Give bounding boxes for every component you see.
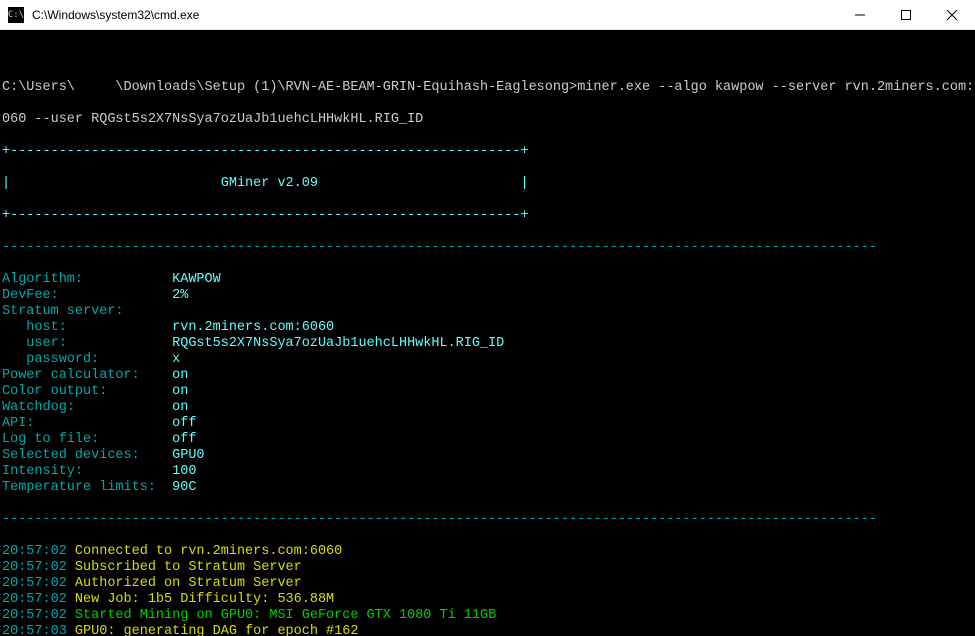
- maximize-button[interactable]: [883, 0, 929, 29]
- config-label: Watchdog:: [2, 400, 172, 416]
- config-label: password:: [2, 352, 172, 368]
- config-value: on: [172, 400, 188, 415]
- config-row: Stratum server:: [2, 304, 973, 320]
- config-row: Power calculator:on: [2, 368, 973, 384]
- config-label: DevFee:: [2, 288, 172, 304]
- window-title: C:\Windows\system32\cmd.exe: [30, 8, 837, 22]
- log-message: Connected to rvn.2miners.com:6060: [67, 544, 342, 559]
- config-label: Intensity:: [2, 464, 172, 480]
- config-value: x: [172, 352, 180, 367]
- config-label: Power calculator:: [2, 368, 172, 384]
- config-value: 90C: [172, 480, 196, 495]
- config-row: password:x: [2, 352, 973, 368]
- config-value: GPU0: [172, 448, 204, 463]
- log-message: Subscribed to Stratum Server: [67, 560, 302, 575]
- config-row: Temperature limits:90C: [2, 480, 973, 496]
- log-timestamp: 20:57:02: [2, 576, 67, 591]
- config-value: 2%: [172, 288, 188, 303]
- log-line: 20:57:02 Authorized on Stratum Server: [2, 576, 973, 592]
- prompt-line-2: 060 --user RQGst5s2X7NsSya7ozUaJb1uehcLH…: [2, 112, 973, 128]
- config-value: on: [172, 384, 188, 399]
- config-label: Stratum server:: [2, 304, 172, 320]
- config-row: Log to file:off: [2, 432, 973, 448]
- config-row: Selected devices:GPU0: [2, 448, 973, 464]
- banner-bottom: +---------------------------------------…: [2, 208, 973, 224]
- config-label: Color output:: [2, 384, 172, 400]
- log-timestamp: 20:57:03: [2, 624, 67, 636]
- config-row: Watchdog:on: [2, 400, 973, 416]
- config-row: Algorithm:KAWPOW: [2, 272, 973, 288]
- log-message: New Job: 1b5 Difficulty: 536.88M: [67, 592, 334, 607]
- prompt-command: miner.exe --algo kawpow --server rvn.2mi…: [577, 80, 975, 95]
- config-label: Algorithm:: [2, 272, 172, 288]
- close-button[interactable]: [929, 0, 975, 29]
- section-divider: ----------------------------------------…: [2, 240, 973, 256]
- config-label: Log to file:: [2, 432, 172, 448]
- log-message: Started Mining on GPU0: MSI GeForce GTX …: [67, 608, 496, 623]
- log-timestamp: 20:57:02: [2, 608, 67, 623]
- config-value: rvn.2miners.com:6060: [172, 320, 334, 335]
- config-value: 100: [172, 464, 196, 479]
- minimize-button[interactable]: [837, 0, 883, 29]
- banner-top: +---------------------------------------…: [2, 144, 973, 160]
- config-value: RQGst5s2X7NsSya7ozUaJb1uehcLHHwkHL.RIG_I…: [172, 336, 504, 351]
- banner-title: | GMiner v2.09 |: [2, 176, 973, 192]
- section-divider: ----------------------------------------…: [2, 512, 973, 528]
- config-value: KAWPOW: [172, 272, 221, 287]
- config-label: Temperature limits:: [2, 480, 172, 496]
- log-line: 20:57:02 New Job: 1b5 Difficulty: 536.88…: [2, 592, 973, 608]
- config-row: Color output:on: [2, 384, 973, 400]
- config-label: host:: [2, 320, 172, 336]
- config-row: Intensity:100: [2, 464, 973, 480]
- log-timestamp: 20:57:02: [2, 592, 67, 607]
- log-timestamp: 20:57:02: [2, 560, 67, 575]
- log-message: GPU0: generating DAG for epoch #162: [67, 624, 359, 636]
- config-label: API:: [2, 416, 172, 432]
- log-line: 20:57:02 Connected to rvn.2miners.com:60…: [2, 544, 973, 560]
- config-row: DevFee:2%: [2, 288, 973, 304]
- window-titlebar: C:\ C:\Windows\system32\cmd.exe: [0, 0, 975, 30]
- log-line: 20:57:02 Started Mining on GPU0: MSI GeF…: [2, 608, 973, 624]
- prompt-path: C:\Users\ \Downloads\Setup (1)\RVN-AE-BE…: [2, 80, 577, 95]
- cmd-icon: C:\: [8, 7, 24, 23]
- config-row: host:rvn.2miners.com:6060: [2, 320, 973, 336]
- prompt-line: C:\Users\ \Downloads\Setup (1)\RVN-AE-BE…: [2, 80, 973, 96]
- log-message: Authorized on Stratum Server: [67, 576, 302, 591]
- config-label: user:: [2, 336, 172, 352]
- log-line: 20:57:03 GPU0: generating DAG for epoch …: [2, 624, 973, 636]
- window-controls: [837, 0, 975, 29]
- log-timestamp: 20:57:02: [2, 544, 67, 559]
- config-label: Selected devices:: [2, 448, 172, 464]
- terminal-output[interactable]: C:\Users\ \Downloads\Setup (1)\RVN-AE-BE…: [0, 30, 975, 636]
- config-value: on: [172, 368, 188, 383]
- log-line: 20:57:02 Subscribed to Stratum Server: [2, 560, 973, 576]
- config-value: off: [172, 432, 196, 447]
- config-row: user:RQGst5s2X7NsSya7ozUaJb1uehcLHHwkHL.…: [2, 336, 973, 352]
- config-row: API:off: [2, 416, 973, 432]
- config-value: off: [172, 416, 196, 431]
- blank-line: [2, 48, 973, 64]
